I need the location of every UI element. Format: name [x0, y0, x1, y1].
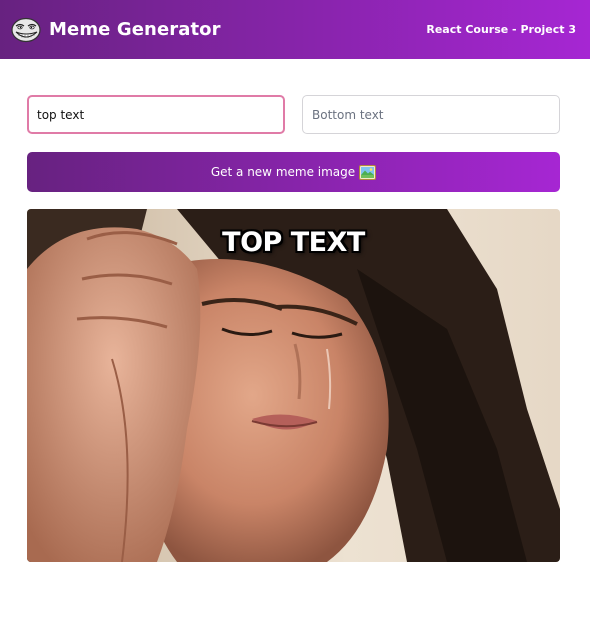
- brand: Meme Generator: [11, 17, 221, 43]
- bottom-text-input[interactable]: [302, 95, 560, 134]
- app-title: Meme Generator: [49, 19, 221, 40]
- picture-icon: [359, 164, 377, 180]
- meme-top-text: top text: [222, 227, 365, 258]
- top-text-input[interactable]: [27, 95, 285, 134]
- meme-image: top text: [27, 209, 560, 562]
- meme-photo: [27, 209, 560, 562]
- get-meme-image-label: Get a new meme image: [210, 165, 356, 179]
- header: Meme Generator React Course - Project 3: [0, 0, 590, 59]
- course-label: React Course - Project 3: [426, 23, 576, 36]
- get-meme-image-button[interactable]: Get a new meme image: [27, 152, 560, 192]
- troll-face-icon: [11, 17, 41, 42]
